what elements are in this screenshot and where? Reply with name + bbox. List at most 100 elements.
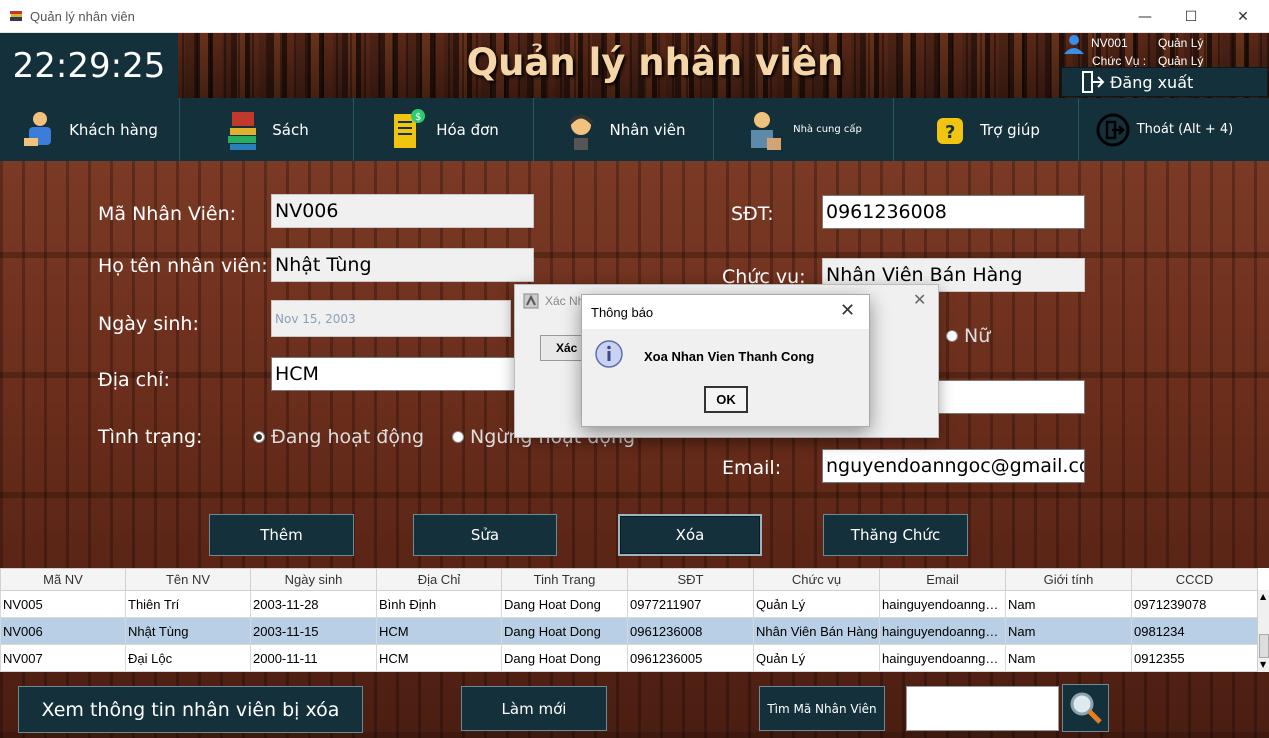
gender-female-radio[interactable]: Nữ: [946, 325, 990, 347]
message-dialog: Thông báo ✕ Xoa Nhan Vien Thanh Cong OK: [581, 294, 870, 427]
nav-customers[interactable]: Khách hàng: [0, 98, 180, 161]
user-title-label: Chức Vụ :: [1092, 54, 1147, 68]
logout-label: Đăng xuất: [1110, 72, 1194, 92]
table-cell: 0981234: [1131, 617, 1258, 645]
table-cell: HCM: [376, 644, 502, 672]
nav-help[interactable]: ? Trợ giúp: [894, 98, 1079, 161]
table-cell: Dang Hoat Dong: [501, 590, 628, 618]
promote-button[interactable]: Thăng Chức: [823, 514, 968, 556]
minimize-button[interactable]: —: [1122, 0, 1168, 33]
table-scrollbar[interactable]: ▲ ▼: [1257, 590, 1269, 672]
table-cell: 0971239078: [1131, 590, 1258, 618]
table-cell: Bình Định: [376, 590, 502, 618]
ok-button[interactable]: OK: [704, 386, 748, 413]
table-cell: Nam: [1005, 590, 1132, 618]
employee-table: Mã NV Tên NV Ngày sinh Địa Chỉ Tinh Tran…: [0, 568, 1269, 672]
col-header[interactable]: CCCD: [1131, 568, 1258, 591]
nav-suppliers-label: Nhà cung cấp: [793, 124, 862, 135]
nav-exit[interactable]: Thoát (Alt + 4): [1079, 98, 1249, 161]
search-input[interactable]: [906, 686, 1059, 731]
status-active-radio[interactable]: Đang hoạt động: [253, 426, 424, 448]
status-active-label: Đang hoạt động: [271, 426, 425, 448]
col-header[interactable]: Địa Chỉ: [376, 568, 502, 591]
col-header[interactable]: Chức vụ: [753, 568, 880, 591]
view-deleted-button[interactable]: Xem thông tin nhân viên bị xóa: [18, 686, 363, 733]
table-cell: Nhật Tùng: [125, 617, 251, 645]
nav-invoices[interactable]: $ Hóa đơn: [354, 98, 534, 161]
radio-selected-icon: [253, 431, 265, 443]
table-header-row: Mã NV Tên NV Ngày sinh Địa Chỉ Tinh Tran…: [0, 568, 1258, 591]
table-cell: Quản Lý: [753, 590, 880, 618]
radio-unselected-icon: [946, 330, 958, 342]
scroll-down-icon[interactable]: ▼: [1260, 660, 1266, 669]
employee-id-field[interactable]: NV006: [271, 194, 534, 228]
scroll-up-icon[interactable]: ▲: [1260, 592, 1266, 601]
table-cell: HCM: [376, 617, 502, 645]
java-app-icon: [523, 293, 539, 309]
table-cell: Đại Lộc: [125, 644, 251, 672]
message-dialog-close-button[interactable]: ✕: [840, 300, 855, 321]
col-header[interactable]: SĐT: [627, 568, 754, 591]
table-cell: hainguyendoanngoc...: [879, 644, 1006, 672]
close-window-button[interactable]: ✕: [1220, 0, 1266, 33]
email-label: Email:: [722, 457, 782, 479]
nav-help-label: Trợ giúp: [980, 120, 1040, 139]
employee-name-field[interactable]: Nhật Tùng: [271, 248, 534, 282]
table-cell: Quản Lý: [753, 644, 880, 672]
nav-customers-label: Khách hàng: [69, 120, 158, 139]
supplier-icon: [751, 111, 782, 150]
status-label: Tình trạng:: [98, 426, 203, 448]
table-row[interactable]: NV007 Đại Lộc 2000-11-11 HCM Dang Hoat D…: [0, 644, 1258, 672]
gender-female-label: Nữ: [964, 325, 991, 347]
search-button[interactable]: [1062, 684, 1109, 732]
user-avatar-icon: [1064, 35, 1084, 54]
col-header[interactable]: Email: [879, 568, 1006, 591]
customer-icon: [24, 111, 52, 146]
delete-button[interactable]: Xóa: [618, 514, 762, 556]
col-header[interactable]: Mã NV: [0, 568, 126, 591]
logout-button[interactable]: Đăng xuất: [1061, 67, 1268, 97]
table-row[interactable]: NV005 Thiên Trí 2003-11-28 Bình Định Dan…: [0, 590, 1258, 618]
table-cell: NV006: [0, 617, 126, 645]
birth-date-field[interactable]: Nov 15, 2003: [271, 300, 511, 337]
table-cell: Dang Hoat Dong: [501, 617, 628, 645]
search-by-id-label: Tìm Mã Nhân Viên: [759, 686, 885, 731]
email-field[interactable]: nguyendoanngoc@gmail.com: [822, 449, 1085, 483]
id-card-field[interactable]: [938, 380, 1085, 414]
table-cell: Nam: [1005, 644, 1132, 672]
table-cell: 2003-11-28: [250, 590, 377, 618]
table-cell: 2000-11-11: [250, 644, 377, 672]
nav-books[interactable]: Sách: [180, 98, 354, 161]
table-cell: 2003-11-15: [250, 617, 377, 645]
table-cell: 0977211907: [627, 590, 754, 618]
col-header[interactable]: Giới tính: [1005, 568, 1132, 591]
add-button[interactable]: Thêm: [209, 514, 354, 556]
edit-button[interactable]: Sửa: [413, 514, 557, 556]
employee-grid: Mã NV Tên NV Ngày sinh Địa Chỉ Tinh Tran…: [0, 568, 1258, 672]
nav-employees-label: Nhân viên: [609, 120, 686, 139]
col-header[interactable]: Tinh Trang: [501, 568, 628, 591]
table-cell: Nam: [1005, 617, 1132, 645]
table-cell: Thiên Trí: [125, 590, 251, 618]
confirm-dialog-close-button[interactable]: ✕: [913, 290, 926, 309]
table-cell: hainguyendoanngoc...: [879, 590, 1006, 618]
main-nav: Khách hàng Sách $ Hóa đơn Nhân viên Nhà …: [0, 98, 1269, 161]
scroll-thumb[interactable]: [1259, 634, 1269, 658]
nav-suppliers[interactable]: Nhà cung cấp: [714, 98, 894, 161]
table-cell: Dang Hoat Dong: [501, 644, 628, 672]
table-cell: Nhân Viên Bán Hàng: [753, 617, 880, 645]
nav-employees[interactable]: Nhân viên: [534, 98, 714, 161]
address-field[interactable]: HCM: [271, 357, 534, 391]
col-header[interactable]: Ngày sinh: [250, 568, 377, 591]
user-info: NV001 Quản Lý Chức Vụ : Quản Lý Đăng xuấ…: [1058, 33, 1269, 98]
maximize-button[interactable]: ☐: [1168, 0, 1214, 33]
nav-books-label: Sách: [272, 120, 309, 139]
table-row-selected[interactable]: NV006 Nhật Tùng 2003-11-15 HCM Dang Hoat…: [0, 617, 1258, 645]
user-title-value: Quản Lý: [1158, 54, 1204, 68]
phone-field[interactable]: 0961236008: [822, 195, 1085, 229]
app-books-icon: [10, 11, 22, 21]
page-title: Quản lý nhân viên: [466, 41, 844, 84]
col-header[interactable]: Tên NV: [125, 568, 251, 591]
refresh-button[interactable]: Làm mới: [461, 686, 607, 731]
table-cell: hainguyendoanngoc...: [879, 617, 1006, 645]
